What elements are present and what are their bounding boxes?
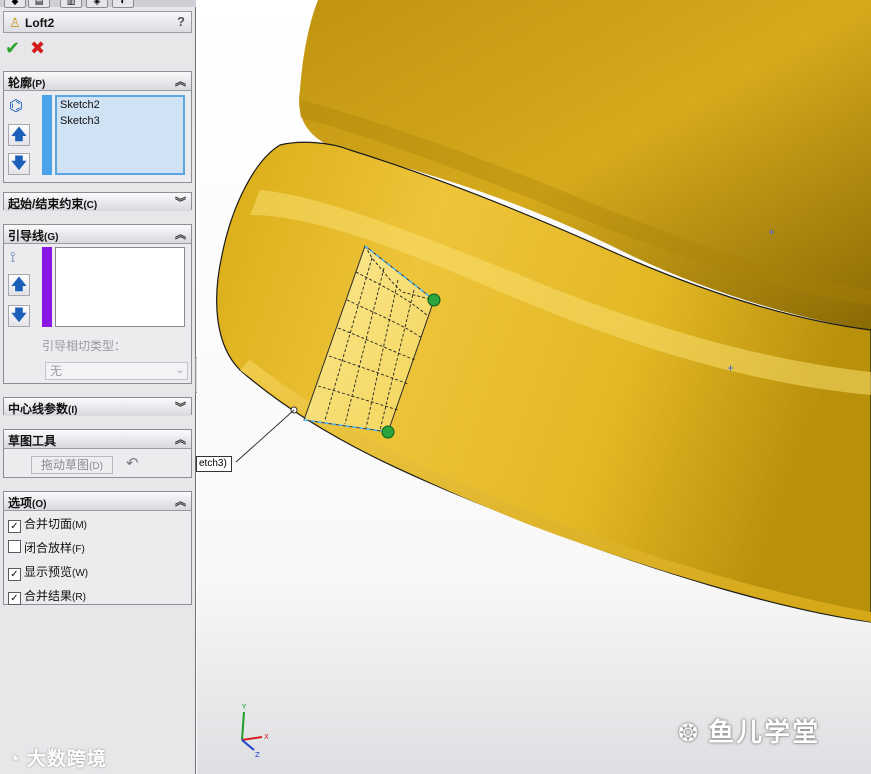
profiles-header[interactable]: 轮廓(P) ︽ (4, 72, 191, 91)
show-preview-label: 显示预览 (24, 565, 73, 579)
close-loft-checkbox[interactable]: 闭合放样(F) (8, 539, 85, 556)
watermark-left-text: 大数跨境 (26, 749, 107, 770)
profiles-header-label: 轮廓 (8, 76, 33, 90)
move-up-button[interactable]: 🡅 (8, 274, 30, 296)
profile-icon: ⌬ (9, 98, 23, 115)
checkbox-box[interactable] (8, 540, 21, 553)
collapse-chevron-icon[interactable]: ︽ (175, 431, 186, 447)
merge-result-shortcut: (R) (72, 592, 86, 603)
drag-sketch-button[interactable]: 拖动草图(D) (31, 456, 113, 474)
loft-feature-icon: ♙ (9, 15, 21, 30)
tangency-type-select[interactable]: 无 ⌄ (45, 362, 188, 380)
sketch-tools-label: 草图工具 (8, 434, 57, 448)
checkbox-box[interactable]: ✓ (8, 568, 21, 581)
profile-callout[interactable]: etch3) (196, 456, 232, 472)
move-up-button[interactable]: 🡅 (8, 124, 30, 146)
profile-item[interactable]: Sketch3 (60, 113, 183, 129)
options-shortcut: (O) (32, 499, 47, 510)
feature-title: Loft2 (25, 16, 55, 30)
merge-tangent-faces-checkbox[interactable]: ✓ 合并切面(M) (8, 515, 87, 533)
start-end-header[interactable]: 起始/结束约束(C) ︾ (4, 193, 191, 211)
ok-button[interactable]: ✔ (5, 39, 20, 57)
chevron-down-icon: ⌄ (175, 365, 184, 376)
model-view: + + Y X Z (197, 0, 871, 774)
collapse-chevron-icon[interactable]: ︽ (175, 226, 186, 242)
move-down-button[interactable]: 🡇 (8, 153, 30, 175)
profile-handle-icon[interactable] (381, 425, 395, 439)
profile-handle-icon[interactable] (427, 293, 441, 307)
guide-curve-icon: ⟟ (10, 249, 16, 266)
tab-dimxpert[interactable]: ◈ (86, 0, 108, 8)
options-header[interactable]: 选项(O) ︽ (4, 492, 191, 511)
close-loft-shortcut: (F) (72, 544, 85, 555)
drag-sketch-shortcut: (D) (89, 461, 103, 472)
watermark-right-text: 鱼儿学堂 (708, 717, 821, 747)
centerline-label: 中心线参数 (8, 402, 69, 416)
tangency-type-value: 无 (50, 364, 63, 378)
checkbox-box[interactable]: ✓ (8, 592, 21, 605)
centerline-header[interactable]: 中心线参数(I) ︾ (4, 398, 191, 416)
drag-sketch-label: 拖动草图 (41, 458, 90, 472)
merge-result-checkbox[interactable]: ✓ 合并结果(R) (8, 587, 86, 605)
centerline-parameters-group[interactable]: 中心线参数(I) ︾ (3, 397, 192, 416)
options-group: 选项(O) ︽ ✓ 合并切面(M) 闭合放样(F) ✓ 显示预览(W) ✓ 合并结果(… (3, 491, 192, 605)
cancel-button[interactable]: ✖ (30, 39, 45, 57)
arrow-down-icon: 🡇 (11, 307, 27, 324)
profile-color-bar (42, 95, 52, 175)
checkbox-box[interactable]: ✓ (8, 520, 21, 533)
tab-property-manager[interactable]: ▤ (28, 0, 50, 8)
start-end-label: 起始/结束约束 (8, 197, 84, 211)
guide-curves-header[interactable]: 引导线(G) ︽ (4, 225, 191, 244)
arrow-up-icon: 🡅 (11, 276, 27, 293)
merge-tangent-faces-label: 合并切面 (24, 517, 73, 531)
guide-curves-list[interactable] (55, 247, 185, 327)
guide-curves-label: 引导线 (8, 229, 45, 243)
merge-tangent-faces-shortcut: (M) (72, 520, 88, 531)
triad-x-label: X (264, 733, 269, 741)
profile-item[interactable]: Sketch2 (60, 97, 183, 113)
triad-z-label: Z (255, 751, 260, 759)
feature-titlebar: ♙ Loft2 ? (3, 11, 192, 33)
centerline-shortcut: (I) (68, 405, 78, 416)
sketch-tools-header[interactable]: 草图工具 ︽ (4, 430, 191, 449)
collapse-chevron-icon[interactable]: ︽ (175, 493, 186, 509)
graphics-viewport[interactable]: + + Y X Z (197, 0, 871, 774)
show-preview-shortcut: (W) (72, 568, 89, 579)
profiles-list[interactable]: Sketch2 Sketch3 (55, 95, 185, 175)
origin-marker-icon: + (768, 225, 775, 239)
merge-result-label: 合并结果 (24, 589, 73, 603)
tangency-type-label: 引导相切类型： (42, 339, 127, 353)
weibo-logo-icon: ◔ (8, 749, 21, 770)
watermark-right: ❂ 鱼儿学堂 (678, 712, 820, 749)
expand-chevron-icon[interactable]: ︾ (175, 194, 186, 210)
move-down-button[interactable]: 🡇 (8, 305, 30, 327)
tab-configuration-manager[interactable]: ▥ (60, 0, 82, 8)
triad-y-label: Y (241, 703, 247, 711)
show-preview-checkbox[interactable]: ✓ 显示预览(W) (8, 563, 88, 581)
wechat-logo-icon: ❂ (678, 720, 701, 747)
undo-sketch-drag-icon[interactable]: ↶ (126, 454, 139, 472)
start-end-shortcut: (C) (83, 200, 98, 211)
tab-feature-manager[interactable]: ◆ (4, 0, 26, 8)
property-manager: ◆ ▤ ▥ ◈ ◐ ♙ Loft2 ? ✔ ✖ 轮廓(P) ︽ ⌬ Sketch… (0, 0, 196, 774)
arrow-up-icon: 🡅 (11, 126, 27, 143)
manager-tabs: ◆ ▤ ▥ ◈ ◐ (0, 0, 196, 8)
profiles-group: 轮廓(P) ︽ ⌬ Sketch2 Sketch3 🡅 🡇 (3, 71, 192, 183)
collapse-chevron-icon[interactable]: ︽ (175, 73, 186, 89)
origin-marker-icon: + (727, 361, 734, 375)
profiles-shortcut: (P) (32, 79, 46, 90)
arrow-down-icon: 🡇 (11, 155, 27, 172)
guide-curves-shortcut: (G) (44, 232, 59, 243)
help-button[interactable]: ? (177, 14, 185, 29)
tab-display-manager[interactable]: ◐ (112, 0, 134, 8)
start-end-constraints-group[interactable]: 起始/结束约束(C) ︾ (3, 192, 192, 211)
expand-chevron-icon[interactable]: ︾ (175, 399, 186, 415)
guide-color-bar (42, 247, 52, 327)
close-loft-label: 闭合放样 (24, 541, 73, 555)
watermark-left: ◔ 大数跨境 (8, 744, 107, 771)
sketch-tools-group: 草图工具 ︽ 拖动草图(D) ↶ (3, 429, 192, 478)
options-label: 选项 (8, 496, 33, 510)
guide-curves-group: 引导线(G) ︽ ⟟ 🡅 🡇 引导相切类型： 无 ⌄ (3, 224, 192, 384)
